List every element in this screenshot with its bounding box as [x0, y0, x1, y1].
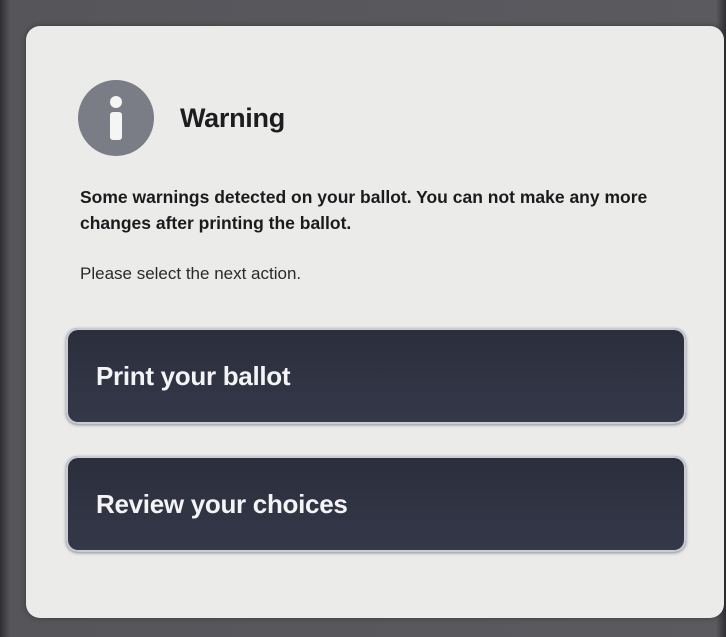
- dialog-header: Warning: [78, 80, 285, 156]
- info-icon-stem: [110, 112, 122, 140]
- instruction-text: Please select the next action.: [80, 264, 302, 283]
- print-ballot-label: Print your ballot: [96, 360, 291, 391]
- info-icon-dot: [110, 96, 122, 108]
- warning-message: Some warnings detected on your ballot. Y…: [80, 187, 648, 233]
- warning-dialog: Warning Some warnings detected on your b…: [26, 26, 724, 618]
- dialog-title: Warning: [180, 102, 285, 133]
- info-icon: [78, 80, 154, 156]
- review-choices-label: Review your choices: [96, 488, 348, 519]
- print-ballot-button[interactable]: Print your ballot: [66, 328, 686, 424]
- review-choices-button[interactable]: Review your choices: [66, 456, 686, 552]
